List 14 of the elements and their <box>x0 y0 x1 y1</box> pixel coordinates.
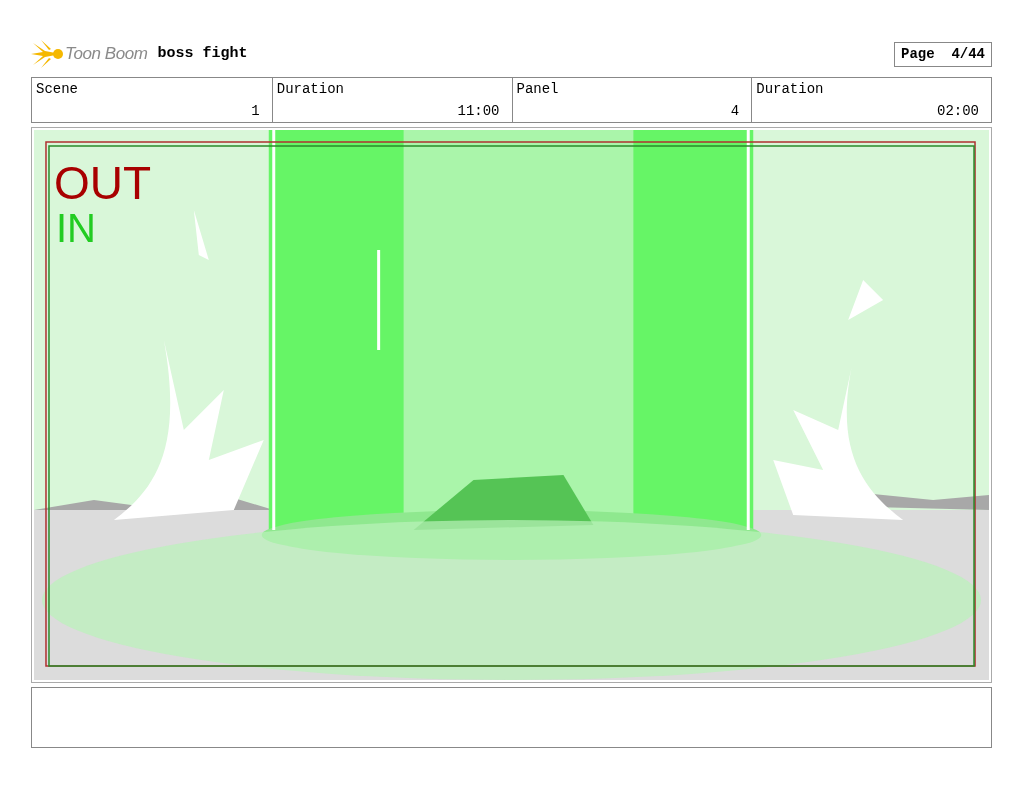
info-label: Duration <box>276 80 345 98</box>
logo-text: Toon Boom <box>65 43 148 66</box>
info-value: 1 <box>251 102 260 120</box>
document-title: boss fight <box>157 43 248 64</box>
page-number: Page 4/44 <box>894 41 992 67</box>
starburst-logo-icon <box>31 39 63 69</box>
in-marker-label: IN <box>56 208 96 248</box>
info-value: 11:00 <box>457 102 500 120</box>
out-marker-label: OUT <box>54 160 152 206</box>
info-label: Scene <box>36 80 79 98</box>
info-label: Duration <box>756 80 825 98</box>
info-label: Panel <box>516 80 560 98</box>
info-value: 02:00 <box>937 102 979 120</box>
info-value: 4 <box>730 102 740 120</box>
